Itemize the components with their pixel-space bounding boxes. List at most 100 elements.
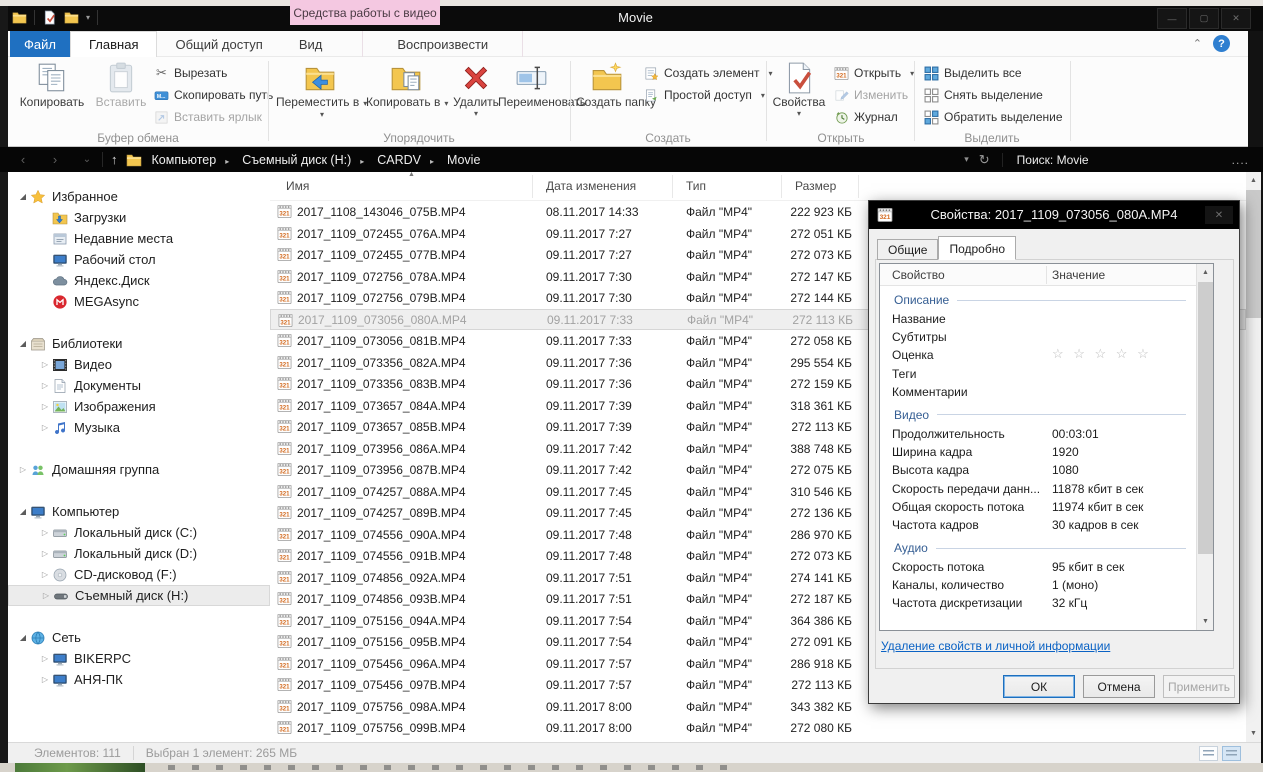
sidebar-item-Недавние места[interactable]: Недавние места [8,228,270,249]
minimize-button[interactable]: — [1157,8,1187,29]
sidebar-item-АНЯ-ПК[interactable]: АНЯ-ПК [8,669,270,690]
cancel-button[interactable]: Отмена [1083,675,1155,698]
scroll-up-icon[interactable] [1197,264,1214,281]
property-row[interactable]: Продолжительность00:03:01 [880,425,1196,443]
property-row[interactable]: Скорость потока95 кбит в сек [880,558,1196,576]
tab-Главная[interactable]: Главная [70,31,157,57]
scrollbar-thumb[interactable] [1246,190,1261,318]
thumbnails-view-icon[interactable] [1222,746,1241,761]
file-menu-tab[interactable]: Файл [10,31,70,57]
collapsed-caret-icon[interactable] [38,381,52,390]
recent-locations-icon[interactable]: ⌄ [78,154,96,165]
rename-button[interactable]: Переименовать [498,61,566,109]
edit-button[interactable]: Изменить [834,85,908,105]
search-input[interactable]: Поиск: Movie [1002,153,1214,167]
select-all-button[interactable]: Выделить все [924,63,1022,83]
collapsed-caret-icon[interactable] [38,549,52,558]
scroll-down-icon[interactable] [1246,725,1261,742]
apply-button[interactable]: Применить [1163,675,1235,698]
sidebar-item-Компьютер[interactable]: Компьютер [8,501,270,522]
property-row[interactable]: Название [880,310,1196,328]
breadcrumb-item[interactable]: Компьютер [150,152,241,168]
collapsed-caret-icon[interactable] [38,423,52,432]
tab-Общий доступ[interactable]: Общий доступ [157,31,280,57]
collapsed-caret-icon[interactable] [38,528,52,537]
properties-button[interactable]: Свойства [770,61,828,118]
tab-Вид[interactable]: Вид [281,31,341,57]
new-item-button[interactable]: Создать элемент [644,63,773,83]
open-button[interactable]: Открыть [834,63,914,83]
sidebar-item-Локальный диск (D:)[interactable]: Локальный диск (D:) [8,543,270,564]
dialog-tab-Общие[interactable]: Общие [877,239,938,260]
column-divider[interactable] [672,175,673,198]
collapsed-caret-icon[interactable] [38,360,52,369]
sidebar-item-Загрузки[interactable]: Загрузки [8,207,270,228]
ok-button[interactable]: ОК [1003,675,1075,698]
column-header-size[interactable]: Размер [795,179,836,193]
column-divider[interactable] [781,175,782,198]
collapsed-caret-icon[interactable] [38,675,52,684]
sidebar-item-BIKERPC[interactable]: BIKERPC [8,648,270,669]
ribbon-collapse-icon[interactable]: ⌃ [1193,37,1202,50]
back-icon[interactable]: ‹ [14,152,32,167]
remove-properties-link[interactable]: Удаление свойств и личной информации [881,639,1110,653]
details-view-icon[interactable] [1199,746,1218,761]
select-none-button[interactable]: Снять выделение [924,85,1043,105]
help-button[interactable]: ? [1213,35,1230,52]
expanded-caret-icon[interactable] [16,507,30,516]
expanded-caret-icon[interactable] [16,192,30,201]
dialog-tab-Подробно[interactable]: Подробно [938,236,1016,260]
column-header-type[interactable]: Тип [686,179,706,193]
property-row[interactable]: Ширина кадра1920 [880,443,1196,461]
column-divider[interactable] [858,175,859,198]
sidebar-item-Рабочий стол[interactable]: Рабочий стол [8,249,270,270]
property-row[interactable]: Скорость передачи данн...11878 кбит в се… [880,480,1196,498]
sidebar-item-Сеть[interactable]: Сеть [8,627,270,648]
collapsed-caret-icon[interactable] [38,570,52,579]
forward-icon[interactable]: › [46,152,64,167]
property-row[interactable]: Оценка☆ ☆ ☆ ☆ ☆ [880,346,1196,364]
column-header-date[interactable]: Дата изменения [546,179,636,193]
column-header-name[interactable]: Имя [286,179,309,193]
vertical-scrollbar[interactable] [1246,172,1261,742]
search-options-icon[interactable]: .... [1232,153,1249,167]
scroll-up-icon[interactable] [1246,172,1261,189]
sidebar-item-Съемный диск (H:)[interactable]: Съемный диск (H:) [8,585,270,606]
dialog-close-icon[interactable]: ✕ [1205,206,1233,224]
collapsed-caret-icon[interactable] [38,654,52,663]
breadcrumb-item[interactable]: CARDV [375,152,445,168]
invert-selection-button[interactable]: Обратить выделение [924,107,1063,127]
breadcrumb-item[interactable]: Movie [445,152,482,168]
property-row[interactable]: Комментарии [880,383,1196,401]
close-button[interactable]: ✕ [1221,8,1251,29]
sidebar-item-Музыка[interactable]: Музыка [8,417,270,438]
property-row[interactable]: Общая скорость потока11974 кбит в сек [880,498,1196,516]
breadcrumb-item[interactable]: Съемный диск (H:) [240,152,375,168]
sidebar-item-Изображения[interactable]: Изображения [8,396,270,417]
expanded-caret-icon[interactable] [16,633,30,642]
refresh-icon[interactable]: ↻ [979,152,990,168]
dialog-scrollbar[interactable] [1196,264,1213,630]
sidebar-item-CD-дисковод (F:)[interactable]: CD-дисковод (F:) [8,564,270,585]
paste-shortcut-button[interactable]: Вставить ярлык [154,107,262,127]
property-row[interactable]: Теги [880,365,1196,383]
tab-Воспроизвести[interactable]: Воспроизвести [362,31,523,57]
sidebar-item-Видео[interactable]: Видео [8,354,270,375]
cut-button[interactable]: ✂ Вырезать [154,63,227,83]
collapsed-caret-icon[interactable] [16,465,30,474]
up-icon[interactable]: ↑ [111,152,118,167]
copy-button[interactable]: Копировать [14,61,90,109]
column-divider[interactable] [532,175,533,198]
copy-to-button[interactable]: Копировать в [366,61,446,110]
collapsed-caret-icon[interactable] [38,402,52,411]
property-row[interactable]: Частота дискретизации32 кГц [880,594,1196,612]
new-folder-button[interactable]: Создать папку [576,61,638,109]
easy-access-button[interactable]: Простой доступ [644,85,765,105]
delete-button[interactable]: Удалить [448,61,504,118]
history-button[interactable]: Журнал [834,107,898,127]
sidebar-item-Яндекс.Диск[interactable]: Яндекс.Диск [8,270,270,291]
file-row[interactable]: 2017_1109_075756_099B.MP409.11.2017 8:00… [270,717,1246,739]
move-to-button[interactable]: Переместить в [276,61,364,119]
sidebar-item-Документы[interactable]: Документы [8,375,270,396]
scroll-down-icon[interactable] [1197,613,1214,630]
